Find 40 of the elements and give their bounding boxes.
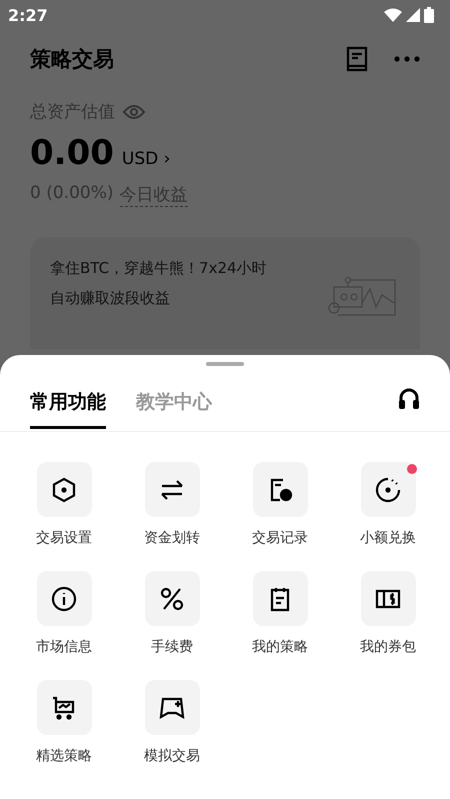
feature-label: 资金划转: [144, 529, 200, 547]
document-icon[interactable]: [346, 46, 368, 72]
feature-button[interactable]: [144, 680, 200, 735]
currency-link[interactable]: USD ›: [122, 149, 170, 169]
feature-icon: [51, 476, 77, 502]
feature-button[interactable]: [252, 462, 308, 517]
feature-button[interactable]: [360, 571, 416, 626]
feature-label: 我的券包: [360, 638, 416, 656]
feature-button[interactable]: [252, 571, 308, 626]
feature-button[interactable]: [144, 462, 200, 517]
tab[interactable]: 教学中心: [136, 368, 212, 428]
feature-label: 交易设置: [36, 529, 92, 547]
feature-button[interactable]: [36, 462, 92, 517]
battery-icon: [424, 7, 434, 23]
assets-value: 0.00: [30, 133, 114, 173]
tab[interactable]: 常用功能: [30, 368, 106, 428]
feature-icon: [51, 694, 77, 720]
feature-label: 模拟交易: [144, 747, 200, 765]
feature-button[interactable]: [36, 571, 92, 626]
feature-label: 手续费: [151, 638, 193, 656]
feature-button[interactable]: [360, 462, 416, 517]
signal-icon: [406, 8, 420, 22]
feature-icon: [51, 586, 77, 612]
page-title: 策略交易: [30, 46, 115, 73]
headset-icon[interactable]: [398, 388, 420, 410]
feature-label: 精选策略: [36, 747, 92, 765]
feature-icon: [375, 476, 401, 502]
banner-text: 拿住BTC，穿越牛熊！7x24小时: [50, 258, 267, 279]
feature-label: 小额兑换: [360, 529, 416, 547]
wifi-icon: [384, 8, 402, 22]
feature-button[interactable]: [144, 571, 200, 626]
feature-icon: [159, 586, 185, 612]
feature-button[interactable]: [36, 680, 92, 735]
promo-banner[interactable]: 拿住BTC，穿越牛熊！7x24小时 自动赚取波段收益: [30, 237, 420, 349]
banner-text: 自动赚取波段收益: [50, 288, 171, 309]
feature-label: 我的策略: [252, 638, 308, 656]
feature-label: 市场信息: [36, 638, 92, 656]
feature-label: 交易记录: [252, 529, 308, 547]
status-time: 2:27: [8, 6, 48, 24]
more-icon[interactable]: [394, 56, 420, 62]
